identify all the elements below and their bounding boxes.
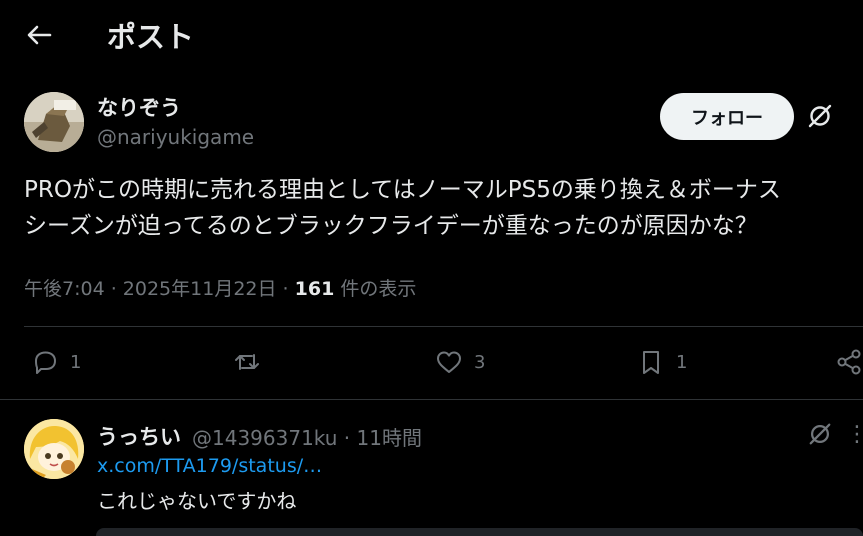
page-title: ポスト [107,20,195,54]
reply-link[interactable]: x.com/TTA179/status/… [97,455,322,477]
views-label: 件の表示 [334,278,417,300]
author-handle[interactable]: @nariyukigame [97,125,254,149]
grok-icon [809,423,831,445]
post-author: なりぞう @nariyukigame フォロー [24,92,863,156]
grok-button[interactable] [804,100,836,132]
like-count: 3 [474,351,486,373]
reply-avatar[interactable] [24,419,84,479]
heart-icon [437,351,461,373]
views-count: 161 [294,278,335,300]
divider [24,326,863,327]
back-arrow-icon [27,25,52,45]
reply-grok-button[interactable] [804,418,836,450]
back-button[interactable] [22,18,56,52]
share-icon [837,349,861,375]
bookmark-button[interactable]: 1 [636,340,687,384]
reply-handle-time[interactable]: @14396371ku · 11時間 [192,422,422,451]
share-button[interactable] [834,340,863,384]
repost-button[interactable] [232,340,262,384]
reply-count: 1 [70,351,82,373]
bookmark-icon [643,351,659,374]
post-actions: 1 3 1 [24,340,863,384]
author-name[interactable]: なりぞう [97,92,181,122]
repost-icon [235,354,259,370]
reply-composer-bar[interactable] [96,528,863,536]
reply-icon [35,351,56,374]
like-button[interactable]: 3 [434,340,485,384]
post-text: PROがこの時期に売れる理由としてはノーマルPS5の乗り換え＆ボーナス シーズン… [24,177,781,239]
reply-item[interactable]: うっちい @14396371ku · 11時間 x.com/TTA179/sta… [24,416,863,536]
reply-button[interactable]: 1 [30,340,81,384]
author-avatar[interactable] [24,92,84,152]
top-bar: ポスト [0,0,863,70]
grok-icon [808,104,832,128]
post-meta: 午後7:04 · 2025年11月22日 · 161 件の表示 [24,274,416,301]
follow-button[interactable]: フォロー [660,93,794,140]
reply-author-name[interactable]: うっちい [97,421,181,451]
bookmark-count: 1 [676,351,688,373]
reply-text: これじゃないですかね [97,489,297,513]
more-options-icon[interactable]: ⋮ [846,418,863,450]
divider [0,399,863,400]
post-timestamp[interactable]: 午後7:04 · 2025年11月22日 · [24,278,295,300]
